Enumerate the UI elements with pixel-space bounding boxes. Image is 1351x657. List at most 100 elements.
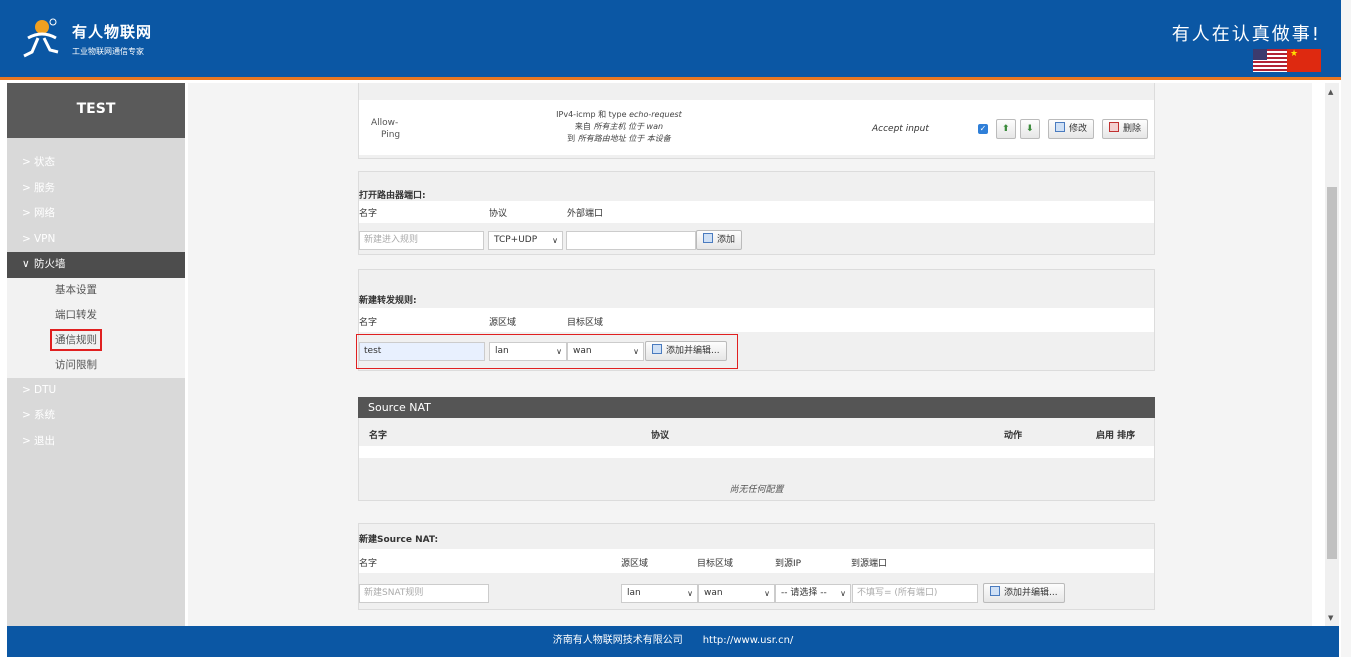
sidebar-item-label: DTU [34,383,57,396]
rule-enabled-checkbox[interactable]: ✓ [978,124,988,134]
sidebar-subitem-basic-settings[interactable]: 基本设置 [7,278,185,303]
new-snat-section: 新建Source NAT: 名字 源区域 目标区域 到源IP 到源端口 新建SN… [358,523,1155,610]
select-value: TCP+UDP [494,235,538,245]
chevron-down-icon: ∨ [764,589,770,598]
header-row: 名字 源区域 目标区域 到源IP 到源端口 [359,549,1154,573]
flag-cn-icon[interactable]: ★ [1287,49,1321,72]
chevron-right-icon: > [22,232,31,245]
section-title: 打开路由器端口: [359,191,426,201]
chevron-right-icon: > [22,207,31,219]
move-up-button[interactable]: ⬆ [996,119,1016,139]
select-value: -- 请选择 -- [781,588,827,598]
to-source-ip-select[interactable]: -- 请选择 -- ∨ [775,584,851,603]
sidebar-subitem-traffic-rules[interactable]: 通信规则 [7,328,185,353]
new-inbound-name-input[interactable]: 新建进入规则 [359,231,484,250]
sidebar-item-vpn[interactable]: > VPN [7,227,185,253]
footer: 济南有人物联网技术有限公司 http://www.usr.cn/ [7,626,1339,657]
rule-action: Accept input [872,124,929,134]
col-source-zone: 源区域 [489,318,517,328]
sidebar-item-system[interactable]: > 系统 [7,403,185,429]
footer-url[interactable]: http://www.usr.cn/ [703,635,794,646]
sidebar-subitem-label: 访问限制 [55,358,97,371]
section-title: 新建转发规则: [359,296,417,306]
sidebar-item-label: 防火墙 [34,258,66,270]
external-port-input[interactable] [566,231,696,250]
chevron-right-icon: > [22,409,31,421]
protocol-select[interactable]: TCP+UDP ∨ [488,231,563,250]
new-snat-name-input[interactable]: 新建SNAT规则 [359,584,489,603]
sidebar-item-dtu[interactable]: > DTU [7,378,185,404]
sidebar-item-label: 状态 [34,156,55,168]
desc-text: 所有主机 位于 wan [593,122,664,131]
sidebar-subitem-port-forward[interactable]: 端口转发 [7,303,185,328]
sidebar-subitem-label: 基本设置 [55,283,97,296]
sidebar-item-label: VPN [34,232,56,245]
scroll-up-arrow-icon[interactable]: ▲ [1328,88,1333,96]
col-source-zone: 源区域 [621,559,649,569]
sidebar-item-services[interactable]: > 服务 [7,176,185,202]
logo-icon [18,16,64,62]
traffic-rules-table: Allow- Ping IPv4-icmp 和 type echo-reques… [358,83,1155,159]
footer-company: 济南有人物联网技术有限公司 [552,635,683,646]
sidebar-item-network[interactable]: > 网络 [7,201,185,227]
logo[interactable]: 有人物联网 工业物联网通信专家 [18,16,152,62]
col-protocol: 协议 [489,209,508,219]
chevron-right-icon: > [22,156,31,168]
sidebar-item-firewall[interactable]: ∨ 防火墙 [7,252,185,278]
col-protocol: 协议 [651,431,670,441]
chevron-right-icon: > [22,181,31,194]
scroll-down-arrow-icon[interactable]: ▼ [1328,614,1333,622]
page-scrollbar[interactable] [1341,0,1351,657]
highlight-box [356,334,738,369]
flag-us-icon[interactable] [1253,49,1287,72]
scrollbar-thumb[interactable] [1327,187,1337,559]
rule-description: IPv4-icmp 和 type echo-request 来自 所有主机 位于… [499,109,739,145]
rule-name: Allow- Ping [371,117,400,141]
desc-text: 来自 [574,122,594,131]
sidebar-item-status[interactable]: > 状态 [7,150,185,176]
sidebar-item-label: 网络 [34,207,55,219]
header: 有人物联网 工业物联网通信专家 有人在认真做事! ★ [0,0,1351,80]
content-scrollbar[interactable]: ▲ ▼ [1325,83,1339,626]
chevron-down-icon: ∨ [840,589,846,598]
sidebar-item-logout[interactable]: > 退出 [7,429,185,455]
spacer-row [359,446,1154,458]
source-nat-header: Source NAT [358,397,1155,418]
edit-button[interactable]: 修改 [1048,119,1095,139]
sidebar-item-label: 系统 [34,409,55,421]
chevron-right-icon: > [22,383,31,396]
col-name: 名字 [359,559,378,569]
select-value: wan [704,588,723,598]
header-row: 名字 源区域 目标区域 [359,308,1154,332]
add-button[interactable]: 添加 [696,230,743,250]
delete-button[interactable]: 删除 [1102,119,1149,139]
col-to-source-port: 到源端口 [851,559,888,569]
firewall-submenu: 基本设置 端口转发 通信规则 访问限制 [7,277,185,378]
open-port-section: 打开路由器端口: 名字 协议 外部端口 新建进入规则 TCP+UDP ∨ 添加 [358,171,1155,255]
snat-source-zone-select[interactable]: lan ∨ [621,584,698,603]
add-and-edit-label: 添加并编辑... [1004,588,1058,598]
desc-text: echo-request [629,110,682,119]
empty-state-text: 尚无任何配置 [729,485,784,495]
table-row: Allow- Ping IPv4-icmp 和 type echo-reques… [359,100,1154,155]
rule-desc-line3: 到 所有路由地址 位于 本设备 [499,133,739,145]
desc-text: 到 [567,134,578,143]
col-destination-zone: 目标区域 [567,318,604,328]
chevron-down-icon: ∨ [22,258,30,270]
to-source-port-input[interactable]: 不填写= (所有端口) [852,584,978,603]
rule-desc-line2: 来自 所有主机 位于 wan [499,121,739,133]
header-row: 名字 协议 外部端口 [359,201,1154,223]
add-icon [990,586,1000,596]
snat-add-and-edit-button[interactable]: 添加并编辑... [983,583,1065,603]
chevron-right-icon: > [22,434,31,447]
add-button-label: 添加 [717,235,736,245]
col-external-port: 外部端口 [567,209,604,219]
col-name: 名字 [359,318,378,328]
select-value: lan [627,588,641,598]
chevron-down-icon: ∨ [552,236,558,245]
move-down-button[interactable]: ⬇ [1020,119,1040,139]
source-nat-table: 名字 协议 动作 启用 排序 尚无任何配置 [358,418,1155,501]
sidebar-subitem-access-restriction[interactable]: 访问限制 [7,353,185,378]
snat-destination-zone-select[interactable]: wan ∨ [698,584,775,603]
slogan: 有人在认真做事! [1171,24,1321,45]
